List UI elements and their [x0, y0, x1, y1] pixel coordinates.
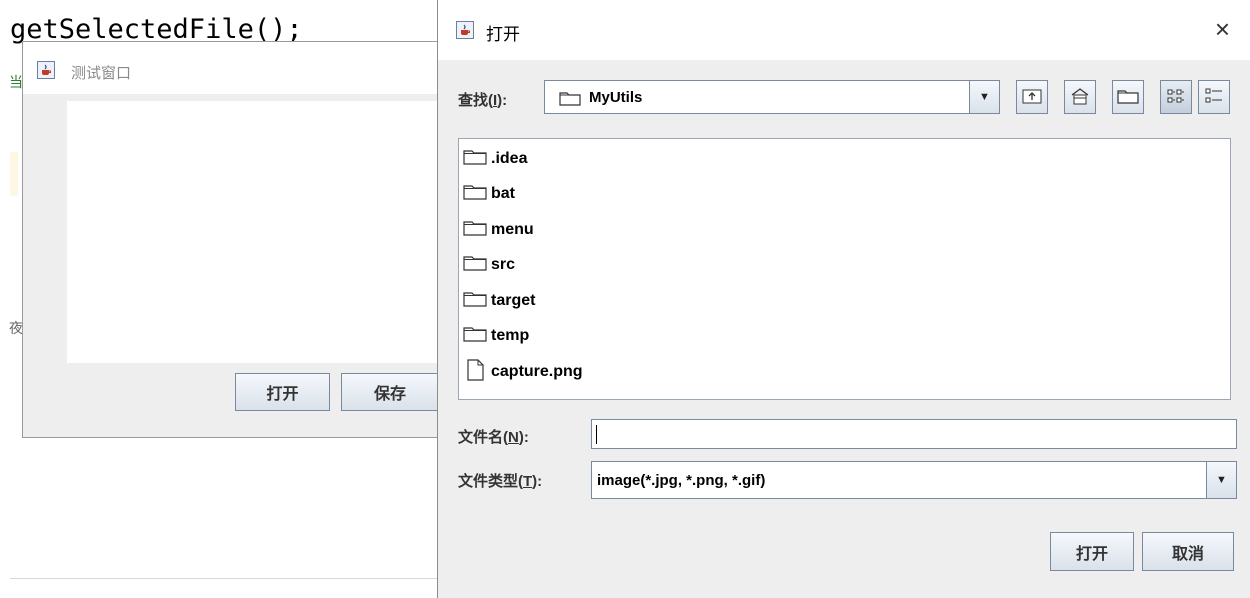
editor-gutter-glyph: 当 — [9, 75, 23, 91]
filename-label: 文件名(N): — [458, 429, 529, 446]
open-dialog: 打开 × 查找(I): MyUtils ▼ .idea bat menu src… — [437, 0, 1250, 598]
filetype-value: image(*.jpg, *.png, *.gif) — [597, 472, 766, 489]
file-name: bat — [491, 185, 515, 202]
list-item[interactable]: menu — [463, 215, 534, 245]
dialog-title: 打开 — [486, 25, 520, 44]
list-item[interactable]: target — [463, 286, 535, 316]
list-view-button[interactable] — [1160, 80, 1192, 114]
list-item[interactable]: bat — [463, 179, 515, 209]
java-cup-icon — [37, 61, 55, 79]
editor-divider — [10, 578, 438, 579]
editor-gutter-glyph: 夜 — [9, 321, 23, 337]
dialog-open-button[interactable]: 打开 — [1050, 532, 1134, 571]
test-window-titlebar: 测试窗口 — [23, 42, 441, 94]
filetype-combo[interactable]: image(*.jpg, *.png, *.gif) ▼ — [591, 461, 1237, 499]
chevron-down-icon[interactable]: ▼ — [1206, 462, 1236, 498]
list-item[interactable]: capture.png — [463, 357, 583, 387]
file-name: src — [491, 256, 516, 273]
new-folder-button[interactable] — [1112, 80, 1144, 114]
open-button[interactable]: 打开 — [235, 373, 330, 411]
folder-icon — [463, 219, 487, 241]
test-window: 测试窗口 打开 保存 — [22, 41, 443, 438]
test-window-title: 测试窗口 — [71, 65, 132, 82]
file-name: .idea — [491, 150, 528, 167]
file-name: target — [491, 292, 536, 309]
folder-icon — [463, 254, 487, 276]
folder-icon — [463, 325, 487, 347]
home-icon — [1070, 87, 1090, 108]
list-item[interactable]: temp — [463, 321, 529, 351]
details-view-button[interactable] — [1198, 80, 1230, 114]
dialog-cancel-button[interactable]: 取消 — [1142, 532, 1234, 571]
folder-icon — [463, 290, 487, 312]
current-folder: MyUtils — [589, 89, 643, 106]
folder-icon — [559, 90, 581, 111]
details-view-icon — [1204, 87, 1224, 108]
dialog-titlebar[interactable]: 打开 × — [438, 0, 1250, 60]
test-window-canvas — [67, 101, 443, 363]
file-name: temp — [491, 327, 530, 344]
up-folder-icon — [1022, 88, 1042, 107]
new-folder-icon — [1117, 88, 1139, 107]
file-name: menu — [491, 221, 534, 238]
save-button[interactable]: 保存 — [341, 373, 439, 411]
text-caret — [596, 425, 597, 444]
file-icon — [463, 358, 487, 386]
file-list[interactable]: .idea bat menu src target temp capture.p… — [458, 138, 1231, 400]
list-item[interactable]: .idea — [463, 144, 527, 174]
editor-highlight-mark — [10, 152, 18, 196]
folder-icon — [463, 148, 487, 170]
chevron-down-icon[interactable]: ▼ — [969, 81, 999, 113]
folder-icon — [463, 183, 487, 205]
file-name: capture.png — [491, 363, 583, 380]
filename-input[interactable] — [591, 419, 1237, 449]
look-in-label: 查找(I): — [458, 92, 508, 109]
up-folder-button[interactable] — [1016, 80, 1048, 114]
list-item[interactable]: src — [463, 250, 515, 280]
close-icon[interactable]: × — [1215, 14, 1230, 44]
list-view-icon — [1166, 87, 1186, 108]
filetype-label: 文件类型(T): — [458, 473, 543, 490]
look-in-combo[interactable]: MyUtils ▼ — [544, 80, 1000, 114]
home-button[interactable] — [1064, 80, 1096, 114]
java-cup-icon — [456, 21, 474, 39]
